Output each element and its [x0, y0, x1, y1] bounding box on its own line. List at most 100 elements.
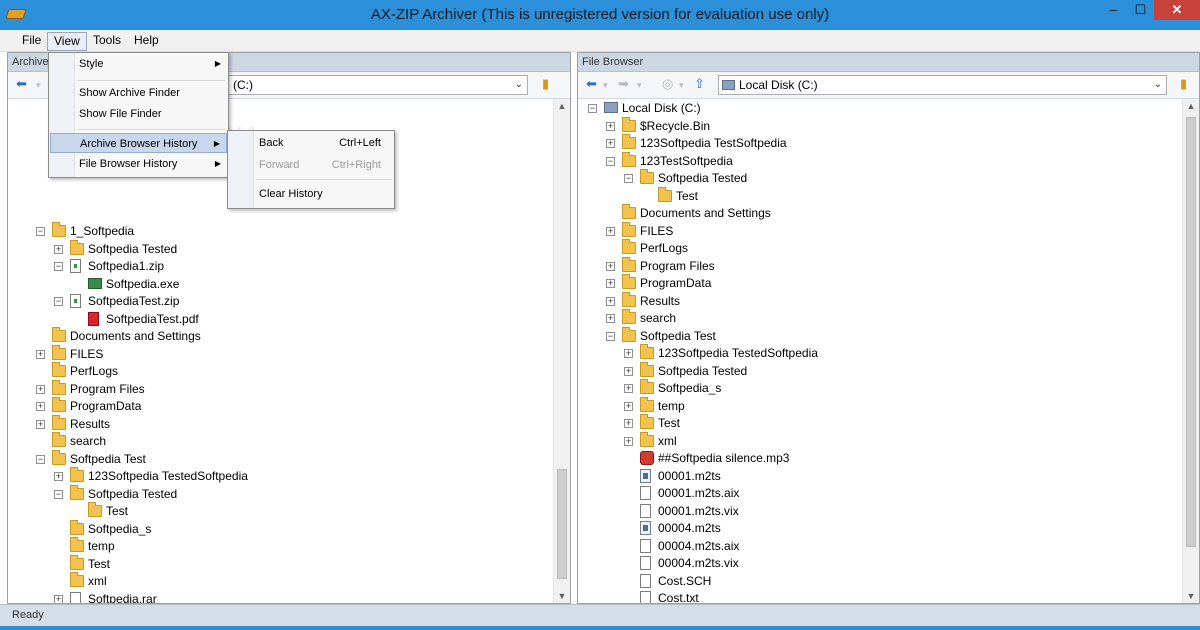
- collapse-icon[interactable]: −: [588, 104, 597, 113]
- expand-icon[interactable]: +: [624, 419, 633, 428]
- tree-item-label: $Recycle.Bin: [640, 118, 711, 133]
- expand-icon[interactable]: +: [606, 261, 615, 271]
- archive-location-combo[interactable]: ⌄ (C:): [224, 75, 528, 95]
- expand-icon[interactable]: +: [36, 349, 45, 359]
- file-icon: [640, 486, 651, 500]
- folder-icon: [70, 519, 84, 535]
- file-tree-scrollbar[interactable]: ▲ ▼: [1182, 99, 1199, 603]
- collapse-icon[interactable]: −: [54, 297, 63, 306]
- file-icon: [640, 556, 651, 570]
- menu-item-archive-browser-history[interactable]: Archive Browser History ▶: [50, 133, 227, 153]
- folder-icon: [70, 554, 84, 570]
- back-arrow-icon[interactable]: ⬅: [16, 76, 27, 92]
- menu-item-show-file-finder[interactable]: Show File Finder: [50, 104, 227, 124]
- menu-file[interactable]: File: [16, 32, 47, 51]
- search-dropdown-icon[interactable]: ▾: [679, 80, 684, 91]
- collapse-icon[interactable]: −: [36, 454, 45, 464]
- tree-item-label: Softpedia Test: [70, 451, 146, 466]
- menu-separator: [77, 129, 225, 130]
- tree-item-label: Cost.SCH: [658, 573, 712, 588]
- menu-item-label: Show Archive Finder: [79, 87, 180, 99]
- folder-up-icon[interactable]: ▮: [1180, 76, 1187, 92]
- scrollbar-thumb[interactable]: [1186, 117, 1196, 547]
- folder-icon: [622, 204, 636, 219]
- collapse-icon[interactable]: −: [606, 331, 615, 341]
- mp3-icon: [640, 451, 654, 465]
- expand-icon[interactable]: +: [624, 349, 633, 358]
- expand-icon[interactable]: +: [36, 402, 45, 411]
- tree-item-label: Local Disk (C:): [622, 101, 701, 115]
- expand-icon[interactable]: +: [606, 121, 615, 131]
- menu-separator: [256, 179, 392, 180]
- expand-icon[interactable]: +: [606, 314, 615, 323]
- menu-help[interactable]: Help: [128, 32, 165, 51]
- collapse-icon[interactable]: −: [54, 262, 63, 271]
- menu-view[interactable]: View: [47, 32, 87, 51]
- menu-item-label: Show File Finder: [79, 108, 162, 120]
- search-icon[interactable]: ◎: [662, 76, 673, 92]
- expand-icon[interactable]: +: [624, 436, 633, 446]
- back-dropdown-icon[interactable]: ▾: [603, 80, 608, 91]
- expand-icon[interactable]: +: [54, 244, 63, 254]
- forward-dropdown-icon[interactable]: ▾: [637, 80, 642, 91]
- scroll-up-icon[interactable]: ▲: [554, 101, 570, 111]
- chevron-down-icon[interactable]: ⌄: [515, 76, 523, 94]
- menu-item-forward: Forward Ctrl+Right: [229, 155, 393, 175]
- collapse-icon[interactable]: −: [624, 174, 633, 183]
- expand-icon[interactable]: +: [606, 279, 615, 288]
- expand-icon[interactable]: +: [624, 366, 633, 376]
- tree-item-label: Softpedia Tested: [658, 171, 748, 185]
- submenu-arrow-icon: ▶: [214, 159, 221, 168]
- chevron-down-icon[interactable]: ⌄: [1154, 76, 1162, 94]
- menu-tools[interactable]: Tools: [87, 32, 127, 51]
- close-button[interactable]: ✕: [1154, 0, 1200, 20]
- tree-item-label: temp: [658, 398, 685, 413]
- scroll-down-icon[interactable]: ▼: [1183, 591, 1199, 601]
- collapse-icon[interactable]: −: [54, 489, 63, 499]
- tree-item-label: Program Files: [640, 258, 715, 273]
- collapse-icon[interactable]: −: [36, 227, 45, 236]
- tree-item-label: temp: [88, 539, 115, 553]
- folder-icon: [622, 309, 636, 324]
- expand-icon[interactable]: +: [624, 401, 633, 411]
- collapse-icon[interactable]: −: [606, 156, 615, 166]
- expand-icon[interactable]: +: [606, 139, 615, 148]
- expand-icon[interactable]: +: [54, 472, 63, 481]
- window-title: AX-ZIP Archiver (This is unregistered ve…: [370, 6, 830, 23]
- zip-icon: [70, 294, 81, 308]
- zip-icon: [70, 259, 81, 273]
- file-location-combo[interactable]: Local Disk (C:) ⌄: [718, 75, 1167, 95]
- menu-item-back[interactable]: Back Ctrl+Left: [229, 133, 393, 153]
- file-location-text: Local Disk (C:): [739, 78, 818, 92]
- archive-tree-scrollbar[interactable]: ▲ ▼: [553, 99, 570, 603]
- expand-icon[interactable]: +: [54, 594, 63, 603]
- tree-item-label: Results: [640, 293, 681, 308]
- scroll-up-icon[interactable]: ▲: [1183, 101, 1199, 111]
- folder-icon: [52, 397, 66, 412]
- back-dropdown-icon[interactable]: ▾: [36, 80, 41, 91]
- expand-icon[interactable]: +: [606, 226, 615, 236]
- expand-icon[interactable]: +: [36, 384, 45, 394]
- tree-item-label: Documents and Settings: [640, 206, 771, 220]
- folder-icon: [70, 467, 84, 482]
- forward-arrow-icon[interactable]: ➡: [618, 76, 629, 92]
- minimize-button[interactable]: –: [1100, 0, 1127, 20]
- scroll-down-icon[interactable]: ▼: [554, 591, 570, 601]
- tree-item-label: search: [70, 434, 107, 448]
- menu-item-label: Clear History: [259, 188, 323, 200]
- back-arrow-icon[interactable]: ⬅: [586, 76, 597, 92]
- scrollbar-thumb[interactable]: [557, 469, 567, 579]
- folder-up-icon[interactable]: ⇧: [694, 76, 705, 92]
- menu-item-file-browser-history[interactable]: File Browser History ▶: [50, 154, 227, 174]
- maximize-button[interactable]: ☐: [1127, 0, 1154, 20]
- tree-item-label: Softpedia1.zip: [88, 259, 165, 273]
- expand-icon[interactable]: +: [606, 296, 615, 306]
- menu-item-show-archive-finder[interactable]: Show Archive Finder: [50, 83, 227, 103]
- folder-up-icon[interactable]: ▮: [542, 76, 549, 92]
- expand-icon[interactable]: +: [36, 419, 45, 429]
- expand-icon[interactable]: +: [624, 384, 633, 393]
- menu-item-clear-history[interactable]: Clear History: [229, 184, 393, 204]
- tree-item-label: ProgramData: [640, 276, 712, 290]
- menu-item-style[interactable]: Style ▶: [50, 54, 227, 74]
- pdf-icon: [88, 311, 99, 326]
